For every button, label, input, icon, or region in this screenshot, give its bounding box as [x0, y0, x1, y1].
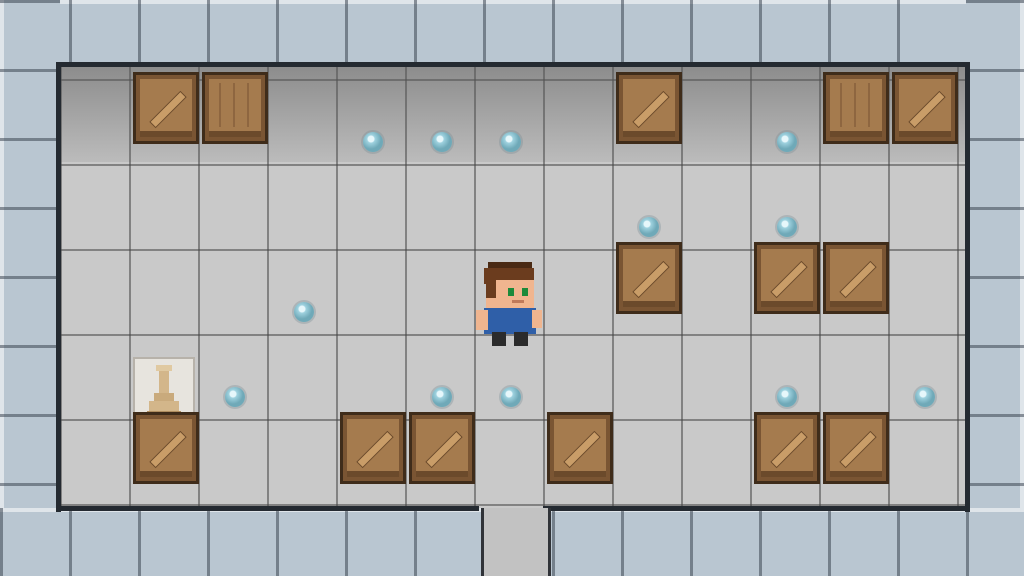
- crate[interactable]: [133, 72, 199, 144]
- goal-marker: [777, 217, 797, 237]
- goal-marker: [915, 387, 935, 407]
- goal-marker: [363, 132, 383, 152]
- crate[interactable]: [616, 72, 682, 144]
- wall-edge-top: [56, 62, 970, 67]
- goal-marker: [501, 132, 521, 152]
- crate[interactable]: [616, 242, 682, 314]
- wall-right: [966, 0, 1024, 576]
- wall-edge-left: [56, 62, 61, 512]
- goal-marker: [432, 132, 452, 152]
- goal-marker: [432, 387, 452, 407]
- goal-marker: [225, 387, 245, 407]
- goal-marker: [777, 387, 797, 407]
- wall-edge-bottom-right: [543, 506, 970, 511]
- crate[interactable]: [823, 72, 889, 144]
- crate[interactable]: [823, 412, 889, 484]
- crate[interactable]: [823, 242, 889, 314]
- crate[interactable]: [409, 412, 475, 484]
- crate[interactable]: [202, 72, 268, 144]
- wall-edge-bottom-left: [56, 506, 479, 511]
- goal-marker: [777, 132, 797, 152]
- player-character-icon[interactable]: [472, 258, 546, 350]
- crate[interactable]: [340, 412, 406, 484]
- goal-marker: [294, 302, 314, 322]
- exit-doorway: [481, 508, 551, 576]
- wall-left: [0, 0, 60, 576]
- wall-edge-right: [965, 62, 970, 512]
- crate[interactable]: [133, 412, 199, 484]
- crate[interactable]: [754, 412, 820, 484]
- pawn-statue-icon: [147, 365, 181, 417]
- game-scene: [0, 0, 1024, 576]
- goal-marker: [501, 387, 521, 407]
- crate[interactable]: [892, 72, 958, 144]
- crate[interactable]: [754, 242, 820, 314]
- wall-top: [0, 0, 1024, 66]
- crate[interactable]: [547, 412, 613, 484]
- goal-marker: [639, 217, 659, 237]
